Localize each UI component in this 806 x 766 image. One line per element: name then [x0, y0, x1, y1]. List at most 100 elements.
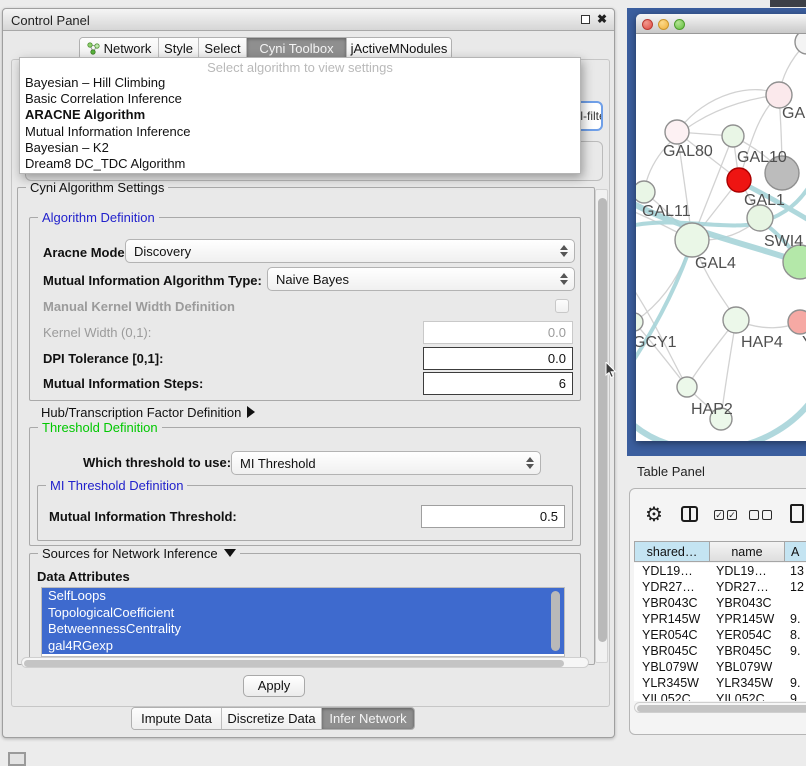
mi-steps-field[interactable]: 6 — [423, 372, 573, 395]
dpi-tolerance-field[interactable]: 0.0 — [423, 347, 573, 370]
top-toolbar-fragment — [770, 0, 806, 7]
node-label: GAL4 — [695, 255, 736, 272]
gear-icon[interactable]: ⚙ — [645, 502, 663, 527]
mi-algorithm-type-label: Mutual Information Algorithm Type: — [43, 273, 262, 288]
bottom-tabbar: Impute Data Discretize Data Infer Networ… — [131, 707, 415, 730]
apply-button[interactable]: Apply — [243, 675, 305, 697]
kernel-width-field[interactable]: 0.0 — [423, 321, 573, 344]
minimize-traffic-light[interactable] — [658, 19, 669, 30]
table-row[interactable]: YER054CYER054C8. — [634, 628, 806, 644]
node-gal11 — [636, 181, 655, 203]
expanded-arrow-icon — [224, 549, 236, 557]
algorithm-option-bayesian-hill[interactable]: Bayesian – Hill Climbing — [20, 75, 580, 91]
column-header-name[interactable]: name — [709, 541, 785, 562]
mi-threshold-definition-title: MI Threshold Definition — [46, 478, 187, 493]
network-window-titlebar — [636, 14, 806, 34]
network-canvas[interactable]: GAL GAL80 GAL10 GAL1 GAL11 SWI4 GAL4 GCY… — [636, 34, 806, 441]
node-label: Y — [802, 334, 806, 351]
node-label: GAL1 — [744, 192, 785, 209]
algorithm-option-aracne[interactable]: ARACNE Algorithm — [20, 107, 580, 123]
table-hscrollbar[interactable] — [634, 702, 806, 713]
node-label: HAP4 — [741, 334, 783, 351]
table-row[interactable]: YIL052CYIL052C9 — [634, 692, 806, 701]
tab-impute-data[interactable]: Impute Data — [132, 708, 222, 729]
minimized-panel-icon[interactable] — [8, 752, 26, 766]
settings-hscrollbar-thumb[interactable] — [24, 660, 564, 667]
select-all-checks-icon[interactable]: ✓✓ — [714, 510, 737, 520]
table-row[interactable]: YDL19…YDL19…13 — [634, 564, 806, 580]
dpi-tolerance-label: DPI Tolerance [0,1]: — [43, 351, 163, 366]
tab-label: Network — [104, 41, 152, 56]
control-panel-titlebar: Control Panel ✖ — [3, 9, 614, 31]
attribute-item-gal4rgexp[interactable]: gal4RGexp — [42, 638, 564, 655]
sources-group-title: Sources for Network Inference — [38, 546, 240, 561]
node-gal1 — [727, 168, 751, 192]
mi-algorithm-type-combo[interactable]: Naive Bayes — [267, 267, 575, 291]
manual-kernel-width-checkbox[interactable] — [555, 299, 569, 313]
attribute-item-betweennesscentrality[interactable]: BetweennessCentrality — [42, 621, 564, 638]
which-threshold-combo[interactable]: MI Threshold — [231, 451, 541, 475]
node-label: GCY1 — [636, 334, 677, 351]
tab-select[interactable]: Select — [199, 38, 247, 59]
node-hap2 — [677, 377, 697, 397]
node-salmon — [788, 310, 806, 334]
tab-jactivemnodules[interactable]: jActiveMNodules — [347, 38, 451, 59]
column-header-shared[interactable]: shared… — [634, 541, 710, 562]
tab-cyni-toolbox[interactable]: Cyni Toolbox — [247, 38, 347, 59]
node-hap4 — [723, 307, 749, 333]
mi-steps-label: Mutual Information Steps: — [43, 376, 203, 391]
mi-threshold-field[interactable]: 0.5 — [421, 505, 565, 528]
control-panel: Control Panel ✖ Network Style Select Cyn… — [2, 8, 615, 738]
tab-style[interactable]: Style — [159, 38, 199, 59]
attribute-list-scrollbar[interactable] — [551, 591, 560, 651]
close-traffic-light[interactable] — [642, 19, 653, 30]
combo-arrows-icon — [522, 457, 540, 469]
algorithm-option-mutual-information[interactable]: Mutual Information Inference — [20, 124, 580, 140]
node-label: GAL11 — [642, 203, 691, 220]
zoom-traffic-light[interactable] — [674, 19, 685, 30]
close-icon[interactable]: ✖ — [597, 12, 607, 26]
node-label: GAL10 — [737, 149, 787, 166]
threshold-definition-title: Threshold Definition — [38, 420, 162, 435]
deselect-all-checks-icon[interactable] — [749, 510, 772, 520]
settings-vscrollbar-thumb[interactable] — [598, 198, 607, 642]
column-header-a[interactable]: A — [784, 541, 806, 562]
settings-vscrollbar[interactable] — [595, 189, 608, 663]
dropdown-prompt: Select algorithm to view settings — [20, 58, 580, 75]
float-panel-icon[interactable] — [581, 15, 590, 24]
which-threshold-label: Which threshold to use: — [83, 455, 231, 470]
collapsed-arrow-icon — [247, 406, 255, 418]
aracne-mode-label: Aracne Mode: — [43, 245, 129, 260]
node-gal4 — [675, 223, 709, 257]
node-label: GAL — [782, 105, 806, 122]
algorithm-option-dream8[interactable]: Dream8 DC_TDC Algorithm — [20, 156, 580, 172]
attribute-item-selfloops[interactable]: SelfLoops — [42, 588, 564, 605]
table-row[interactable]: YBR043CYBR043C — [634, 596, 806, 612]
table-row[interactable]: YLR345WYLR345W9. — [634, 676, 806, 692]
network-icon — [87, 42, 100, 55]
algorithm-definition-title: Algorithm Definition — [38, 210, 159, 225]
aracne-mode-combo[interactable]: Discovery — [125, 239, 575, 263]
hub-definition-toggle[interactable]: Hub/Transcription Factor Definition — [41, 405, 255, 420]
table-row[interactable]: YBL079WYBL079W — [634, 660, 806, 676]
attribute-item-topologicalcoefficient[interactable]: TopologicalCoefficient — [42, 605, 564, 622]
column-selector-icon[interactable] — [681, 506, 698, 522]
table-hscrollbar-thumb[interactable] — [637, 705, 806, 712]
document-icon[interactable] — [790, 504, 804, 523]
kernel-width-label: Kernel Width (0,1): — [43, 325, 151, 340]
algorithm-option-basic-correlation[interactable]: Basic Correlation Inference — [20, 91, 580, 107]
node-label: HAP2 — [691, 401, 733, 418]
tab-network[interactable]: Network — [80, 38, 159, 59]
network-nodes — [636, 34, 806, 430]
tab-discretize-data[interactable]: Discretize Data — [222, 708, 322, 729]
table-row[interactable]: YBR045CYBR045C9. — [634, 644, 806, 660]
node-gal10 — [722, 125, 744, 147]
settings-hscrollbar[interactable] — [21, 657, 589, 668]
table-body: YDL19…YDL19…13 YDR27…YDR27…12 YBR043CYBR… — [634, 563, 806, 701]
tab-infer-network[interactable]: Infer Network — [322, 708, 414, 729]
table-row[interactable]: YDR27…YDR27…12 — [634, 580, 806, 596]
table-row[interactable]: YPR145WYPR145W9. — [634, 612, 806, 628]
node-gal80 — [665, 120, 689, 144]
algorithm-dropdown: Select algorithm to view settings Bayesi… — [19, 57, 581, 174]
algorithm-option-bayesian-k2[interactable]: Bayesian – K2 — [20, 140, 580, 156]
